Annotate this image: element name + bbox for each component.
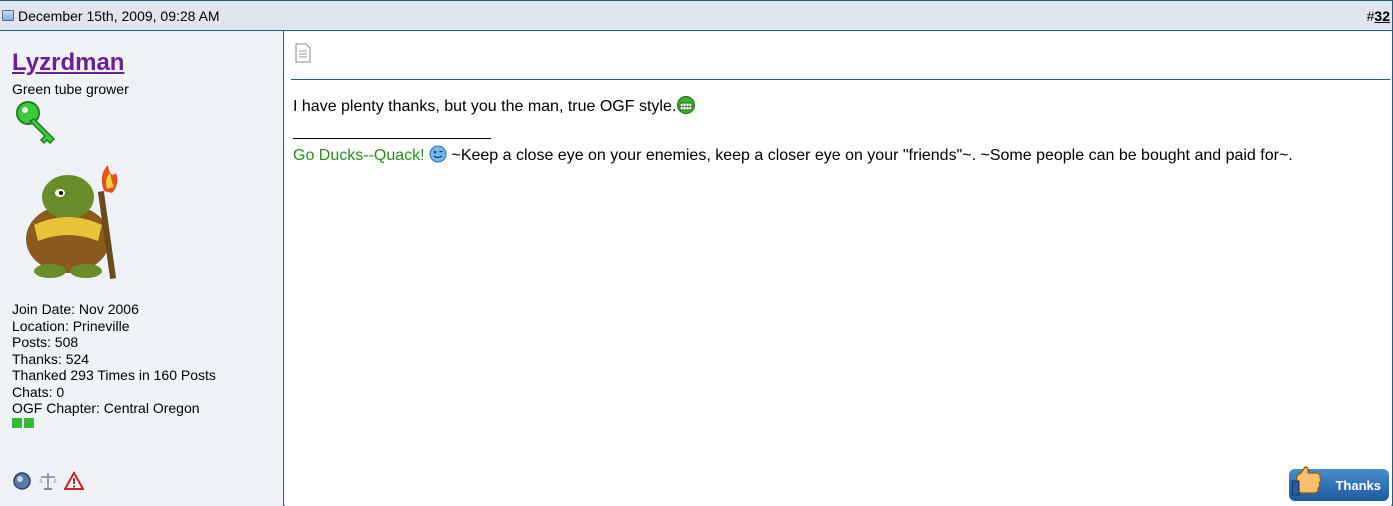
- thanked-count: Thanked 293 Times in 160 Posts: [12, 367, 216, 383]
- forum-post: December 15th, 2009, 09:28 AM #32 Lyzrdm…: [0, 0, 1393, 506]
- post-number: #32: [1366, 8, 1390, 24]
- signature: Go Ducks--Quack! ~Keep a close eye on yo…: [293, 145, 1293, 164]
- user-status-icons: [12, 470, 85, 491]
- post-number-link[interactable]: 32: [1374, 8, 1390, 24]
- post-header: December 15th, 2009, 09:28 AM #32: [0, 1, 1392, 31]
- post-message: I have plenty thanks, but you the man, t…: [293, 96, 696, 116]
- content-divider: [291, 79, 1390, 80]
- user-title: Green tube grower: [12, 81, 129, 97]
- thanks-button[interactable]: Thanks: [1289, 466, 1389, 501]
- thanks-label: Thanks: [1335, 477, 1381, 493]
- wink-smiley-icon: [429, 145, 447, 163]
- post-content: I have plenty thanks, but you the man, t…: [285, 31, 1391, 506]
- join-date: Join Date: Nov 2006: [12, 301, 139, 317]
- chats-count: Chats: 0: [12, 383, 65, 400]
- post-document-icon: [295, 43, 311, 63]
- chapter-badge-icon: [12, 417, 34, 428]
- user-pane: Lyzrdman Green tube grower Join Date: No…: [0, 31, 284, 506]
- ogf-chapter: OGF Chapter: Central Oregon: [12, 400, 200, 416]
- report-icon[interactable]: [63, 470, 85, 491]
- grin-smiley-icon: [677, 96, 696, 114]
- username-link[interactable]: Lyzrdman: [12, 49, 124, 77]
- key-icon: [16, 101, 56, 145]
- online-status-icon[interactable]: [12, 471, 32, 491]
- thumbs-up-hand-icon: [1291, 466, 1322, 496]
- post-status-icon: [2, 10, 14, 21]
- thanks-count: Thanks: 524: [12, 350, 90, 367]
- location: Location: Prineville: [12, 317, 130, 334]
- user-info: Join Date: Nov 2006 Location: Prineville…: [12, 301, 216, 428]
- signature-divider: [293, 138, 491, 139]
- reputation-icon[interactable]: [38, 471, 58, 491]
- posts-count: Posts: 508: [12, 334, 79, 350]
- signature-link[interactable]: Go Ducks--Quack!: [293, 147, 425, 164]
- avatar: [26, 165, 118, 279]
- post-date: December 15th, 2009, 09:28 AM: [18, 8, 220, 24]
